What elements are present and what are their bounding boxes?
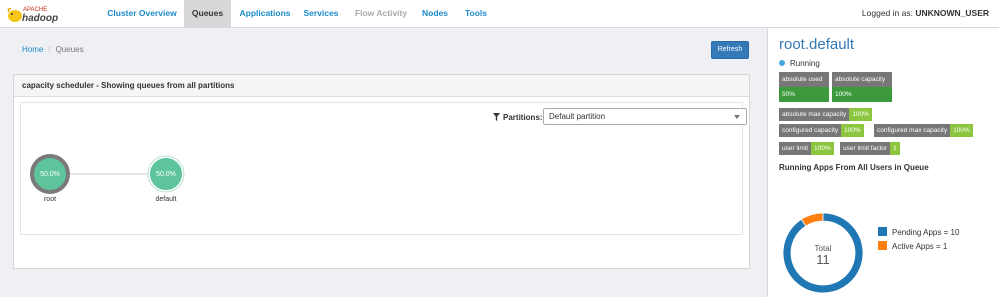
refresh-button[interactable]: Refresh	[711, 41, 749, 59]
donut-total-value: 11	[816, 252, 830, 267]
queue-status: Running	[779, 59, 820, 68]
login-user: UNKNOWN_USER	[915, 8, 989, 18]
nav-nodes[interactable]: Nodes	[416, 0, 454, 27]
login-status: Logged in as: UNKNOWN_USER	[862, 0, 989, 27]
breadcrumb-home[interactable]: Home	[22, 45, 43, 54]
queue-node-root[interactable]: 50.0%	[30, 154, 70, 194]
partition-selected-value: Default partition	[549, 112, 606, 121]
login-prefix: Logged in as:	[861, 8, 913, 18]
partition-select[interactable]: Default partition	[543, 108, 747, 125]
logo-hadoop-text: hadoop	[22, 13, 58, 24]
legend-swatch	[878, 227, 887, 236]
legend-item-active: Active Apps = 1	[878, 241, 959, 255]
partitions-label: Partitions:	[493, 113, 543, 122]
main-content: Home / Queues Refresh capacity scheduler -…	[0, 28, 766, 297]
metric-key: absolute capacity	[832, 72, 892, 87]
metric-user-limit: user limit 100%	[779, 142, 834, 155]
filter-icon	[493, 113, 500, 121]
metric-user-limit-factor: user limit factor 1	[840, 142, 900, 155]
top-navbar: APACHE hadoop Cluster Overview Queues Ap…	[0, 0, 999, 28]
panel-title: capacity scheduler - Showing queues from…	[14, 75, 749, 97]
queue-title: root.default	[779, 36, 855, 53]
metric-key: absolute used	[779, 72, 829, 87]
legend-item-pending: Pending Apps = 10	[878, 227, 959, 241]
metric-value: 50%	[779, 87, 829, 102]
apps-donut-chart: Total 11	[782, 212, 864, 294]
breadcrumb-current: Queues	[55, 45, 84, 54]
queue-details-sidebar: root.default Running absolute used 50% a…	[767, 28, 999, 297]
nav-tools[interactable]: Tools	[460, 0, 492, 27]
status-dot-icon	[779, 60, 785, 66]
root-name-label: root	[43, 196, 57, 203]
breadcrumb: Home / Queues	[22, 45, 84, 54]
nav-services[interactable]: Services	[299, 0, 343, 27]
nav-flow-activity: Flow Activity	[354, 8, 408, 18]
hadoop-logo[interactable]: APACHE hadoop	[6, 3, 64, 25]
metric-absolute-used: absolute used 50%	[779, 72, 829, 102]
breadcrumb-separator: /	[48, 45, 51, 54]
metric-value: 100%	[832, 87, 892, 102]
running-apps-title: Running Apps From All Users in Queue	[779, 163, 929, 172]
queue-tree-area: 50.0% 50.0% root default Partitions: Def…	[20, 102, 747, 235]
chevron-down-icon	[734, 115, 740, 119]
nav-queues[interactable]: Queues	[184, 0, 231, 27]
metric-configured-max-capacity: configured max capacity 100%	[874, 124, 973, 137]
queue-node-default[interactable]: 50.0%	[147, 155, 185, 193]
queue-tree: 50.0% 50.0%	[30, 154, 185, 194]
nav-cluster-overview[interactable]: Cluster Overview	[100, 0, 184, 27]
metric-configured-capacity: configured capacity 100%	[779, 124, 864, 137]
legend-swatch	[878, 241, 887, 250]
metric-absolute-max-capacity: absolute max capacity 100%	[779, 108, 872, 121]
nav-applications[interactable]: Applications	[231, 0, 299, 27]
root-capacity-label: 50.0%	[40, 171, 60, 178]
metric-absolute-capacity: absolute capacity 100%	[832, 72, 892, 102]
apps-legend: Pending Apps = 10 Active Apps = 1	[878, 227, 959, 255]
scheduler-panel: capacity scheduler - Showing queues from…	[13, 74, 750, 269]
default-name-label: default	[155, 196, 177, 203]
default-capacity-label: 50.0%	[156, 171, 176, 178]
